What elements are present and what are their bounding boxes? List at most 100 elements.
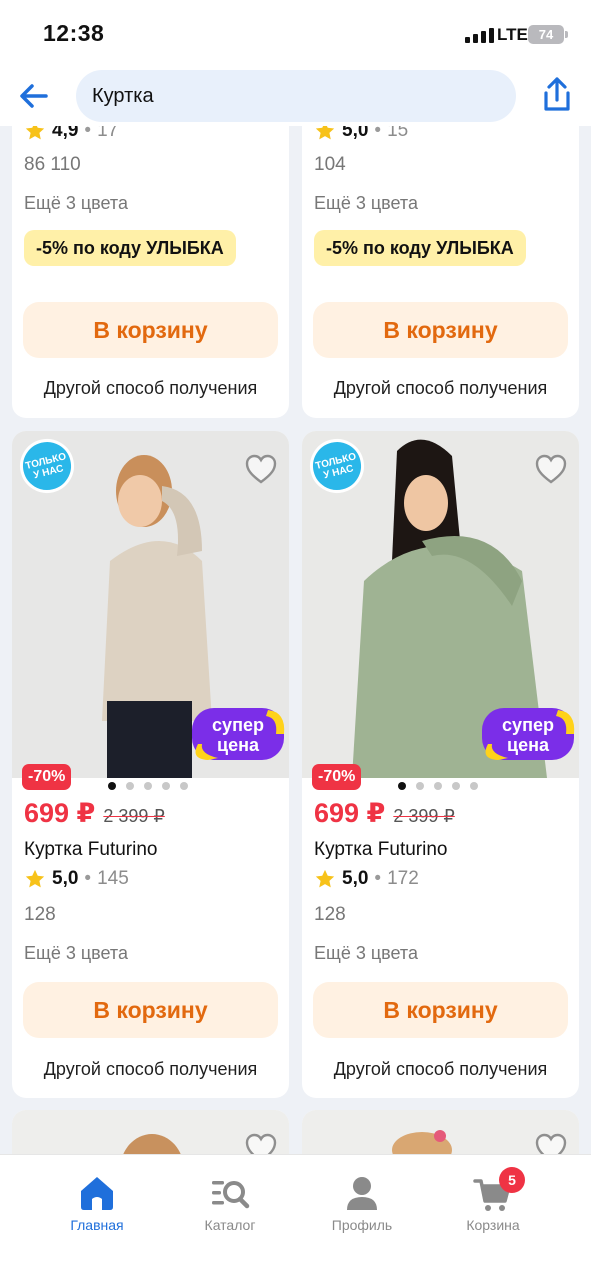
share-icon[interactable]: [540, 76, 574, 114]
separator: •: [374, 868, 382, 889]
alt-delivery-link[interactable]: Другой способ получения: [12, 1059, 289, 1080]
current-price: 699 ₽: [314, 798, 386, 828]
favorite-heart-icon[interactable]: [244, 1132, 278, 1154]
tab-home-label: Главная: [70, 1217, 124, 1233]
header: Куртка: [0, 66, 591, 126]
super-price-line1: супер: [502, 715, 554, 735]
promo-badge: -5% по коду УЛЫБКА: [314, 230, 526, 266]
battery-level: 74: [538, 27, 554, 42]
alt-delivery-link[interactable]: Другой способ получения: [302, 1059, 579, 1080]
favorite-heart-icon[interactable]: [534, 1132, 568, 1154]
current-price: 699 ₽: [24, 798, 96, 828]
old-price: 2 399 ₽: [393, 806, 455, 826]
product-photo[interactable]: ТОЛЬКО У НАС супер цена: [302, 431, 579, 778]
reviews-count: 145: [97, 868, 129, 889]
product-card[interactable]: [12, 1110, 289, 1154]
photo-pagination: [398, 782, 478, 790]
catalog-search-icon: [212, 1181, 250, 1209]
tab-catalog[interactable]: Каталог: [180, 1173, 280, 1233]
price-block: 699 ₽ 2 399 ₽: [314, 798, 455, 829]
back-arrow-icon[interactable]: [16, 78, 52, 114]
product-card[interactable]: [302, 1110, 579, 1154]
page-dot: [180, 782, 188, 790]
status-time: 12:38: [43, 20, 105, 46]
product-title[interactable]: Куртка Futurino: [314, 839, 447, 861]
profile-icon: [347, 1177, 377, 1210]
status-bar: 12:38 LTE 74: [0, 0, 591, 66]
bottom-tab-bar: Главная Каталог Профиль 5 Корзина: [0, 1154, 591, 1280]
tab-profile-label: Профиль: [331, 1217, 393, 1233]
favorite-heart-icon[interactable]: [534, 453, 568, 485]
separator: •: [374, 126, 382, 141]
more-colors[interactable]: Ещё 3 цвета: [314, 943, 418, 964]
sizes: 128: [314, 904, 346, 925]
network-type: LTE: [497, 25, 528, 44]
product-card[interactable]: 5,0 • 15 104 Ещё 3 цвета -5% по коду УЛЫ…: [302, 126, 579, 418]
home-icon: [81, 1177, 113, 1210]
page-dot: [162, 782, 170, 790]
more-colors[interactable]: Ещё 3 цвета: [24, 193, 128, 214]
page-dot: [144, 782, 152, 790]
sizes: 104: [314, 154, 346, 175]
star-icon: [315, 126, 335, 140]
product-photo[interactable]: ТОЛЬКО У НАС супер цена: [12, 431, 289, 778]
super-price-line2: цена: [507, 735, 549, 755]
page-dot: [126, 782, 134, 790]
tab-catalog-label: Каталог: [204, 1217, 256, 1233]
add-to-cart-button[interactable]: В корзину: [23, 302, 278, 358]
favorite-heart-icon[interactable]: [244, 453, 278, 485]
page-dot: [470, 782, 478, 790]
more-colors[interactable]: Ещё 3 цвета: [314, 193, 418, 214]
price-block: 699 ₽ 2 399 ₽: [24, 798, 165, 829]
discount-badge: -70%: [312, 764, 362, 790]
separator: •: [84, 868, 92, 889]
tab-profile[interactable]: Профиль: [312, 1173, 412, 1233]
product-card[interactable]: ТОЛЬКО У НАС супер цена -70% 699 ₽ 2 399…: [302, 431, 579, 1098]
add-to-cart-button[interactable]: В корзину: [313, 982, 568, 1038]
signal-icon: [465, 28, 494, 43]
add-to-cart-button[interactable]: В корзину: [313, 302, 568, 358]
reviews-count: 172: [387, 868, 419, 889]
star-icon: [25, 869, 45, 888]
product-title[interactable]: Куртка Futurino: [24, 839, 157, 861]
rating: 5,0 • 172: [314, 868, 419, 890]
super-price-line1: супер: [212, 715, 264, 735]
rating-value: 5,0: [52, 868, 79, 889]
discount-badge: -70%: [22, 764, 72, 790]
rating: 5,0 • 145: [24, 868, 129, 890]
page-dot-active: [398, 782, 406, 790]
sizes: 128: [24, 904, 56, 925]
promo-badge: -5% по коду УЛЫБКА: [24, 230, 236, 266]
star-icon: [25, 126, 45, 140]
super-price-badge: супер цена: [478, 704, 578, 764]
alt-delivery-link[interactable]: Другой способ получения: [302, 378, 579, 399]
reviews-count: 17: [97, 126, 119, 141]
product-grid: 4,9 • 17 86 110 Ещё 3 цвета -5% по коду …: [0, 126, 591, 1154]
cart-count-badge: 5: [499, 1167, 525, 1193]
rating: 4,9 • 17: [24, 126, 118, 142]
rating: 5,0 • 15: [314, 126, 408, 142]
rating-value: 5,0: [342, 868, 369, 889]
page-dot: [416, 782, 424, 790]
photo-pagination: [108, 782, 188, 790]
tab-cart[interactable]: 5 Корзина: [443, 1167, 543, 1233]
super-price-badge: супер цена: [188, 704, 288, 764]
star-icon: [315, 869, 335, 888]
product-card[interactable]: ТОЛЬКО У НАС супер цена -70% 699 ₽ 2 399…: [12, 431, 289, 1098]
page-dot: [434, 782, 442, 790]
separator: •: [84, 126, 92, 141]
super-price-line2: цена: [217, 735, 259, 755]
add-to-cart-button[interactable]: В корзину: [23, 982, 278, 1038]
sizes: 86 110: [24, 154, 81, 175]
alt-delivery-link[interactable]: Другой способ получения: [12, 378, 289, 399]
reviews-count: 15: [387, 126, 409, 141]
tab-home[interactable]: Главная: [47, 1173, 147, 1233]
battery-icon: 74: [528, 25, 568, 44]
rating-value: 4,9: [52, 126, 79, 141]
more-colors[interactable]: Ещё 3 цвета: [24, 943, 128, 964]
product-card[interactable]: 4,9 • 17 86 110 Ещё 3 цвета -5% по коду …: [12, 126, 289, 418]
old-price: 2 399 ₽: [103, 806, 165, 826]
search-input[interactable]: Куртка: [76, 70, 516, 122]
rating-value: 5,0: [342, 126, 369, 141]
page-dot-active: [108, 782, 116, 790]
